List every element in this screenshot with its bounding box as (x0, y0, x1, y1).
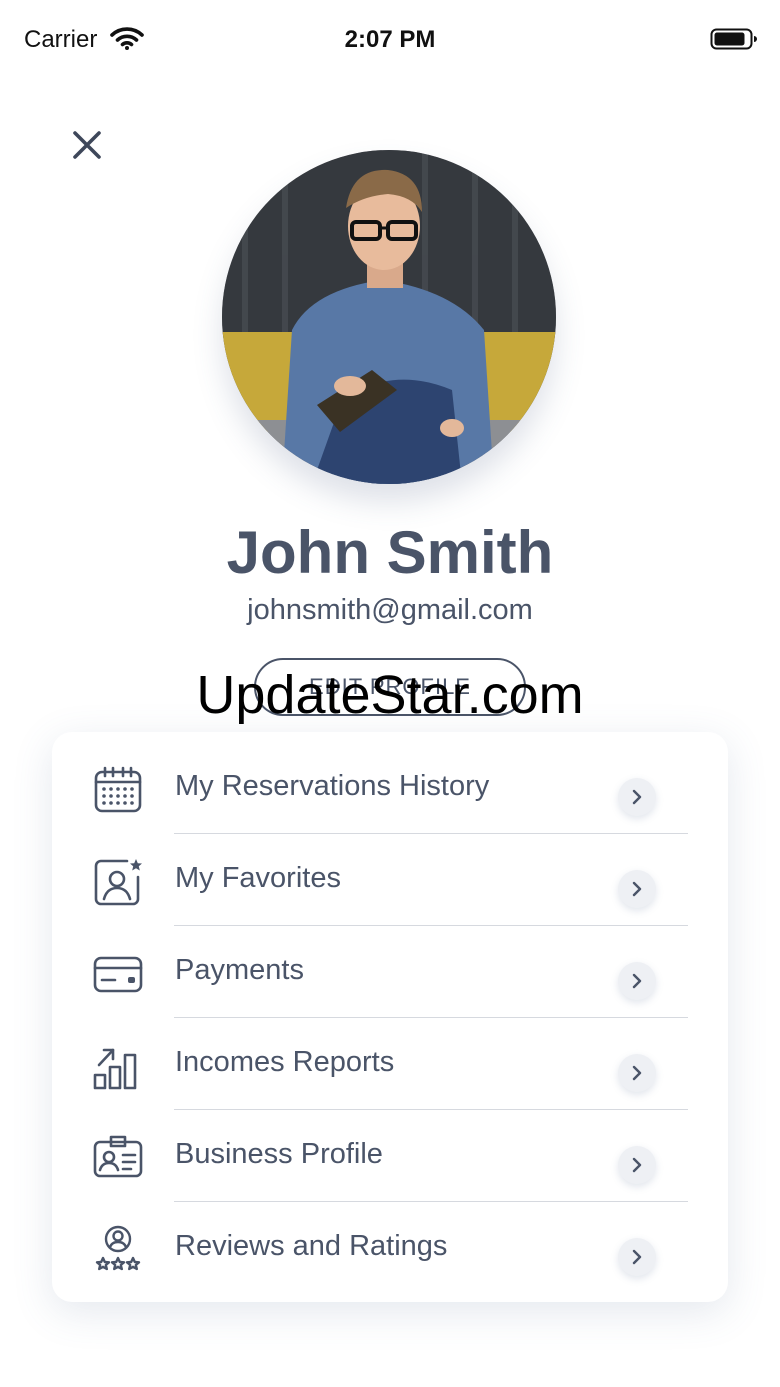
bar-chart-growth-icon (92, 1040, 144, 1092)
menu-item-label: Incomes Reports (175, 1046, 395, 1078)
user-stars-icon (92, 1224, 144, 1276)
chevron-right-icon (618, 1146, 656, 1184)
user-name: John Smith (226, 519, 554, 586)
edit-profile-button[interactable]: EDIT PROFILE (254, 658, 526, 716)
calendar-icon (92, 764, 144, 816)
close-icon (70, 128, 104, 167)
menu-item-label: Payments (175, 954, 304, 986)
menu-item-incomes-reports[interactable]: Incomes Reports (52, 1018, 728, 1110)
menu-item-label: My Favorites (175, 862, 341, 894)
chevron-right-icon (618, 870, 656, 908)
menu-item-label: Business Profile (175, 1138, 383, 1170)
profile-screen: Carrier 2:07 PM John Smith johnsmith@gma… (0, 0, 780, 1387)
chevron-right-icon (618, 1054, 656, 1092)
profile-menu: My Reservations History My Favorites Pay… (52, 732, 728, 1302)
credit-card-icon (92, 948, 144, 1000)
close-button[interactable] (64, 124, 110, 170)
chevron-right-icon (618, 962, 656, 1000)
clock-time: 2:07 PM (344, 26, 436, 53)
avatar (222, 150, 556, 484)
chevron-right-icon (618, 778, 656, 816)
menu-item-business-profile[interactable]: Business Profile (52, 1110, 728, 1202)
battery-icon (710, 28, 758, 55)
status-bar: Carrier 2:07 PM (0, 0, 780, 80)
favorite-user-icon (92, 856, 144, 908)
menu-item-payments[interactable]: Payments (52, 926, 728, 1018)
menu-item-reservations-history[interactable]: My Reservations History (52, 742, 728, 834)
user-email: johnsmith@gmail.com (247, 594, 533, 626)
menu-item-reviews-ratings[interactable]: Reviews and Ratings (52, 1202, 728, 1294)
menu-item-favorites[interactable]: My Favorites (52, 834, 728, 926)
avatar-photo (222, 150, 556, 484)
chevron-right-icon (618, 1238, 656, 1276)
menu-item-label: My Reservations History (175, 770, 490, 802)
id-badge-icon (92, 1132, 144, 1184)
menu-item-label: Reviews and Ratings (175, 1230, 448, 1262)
